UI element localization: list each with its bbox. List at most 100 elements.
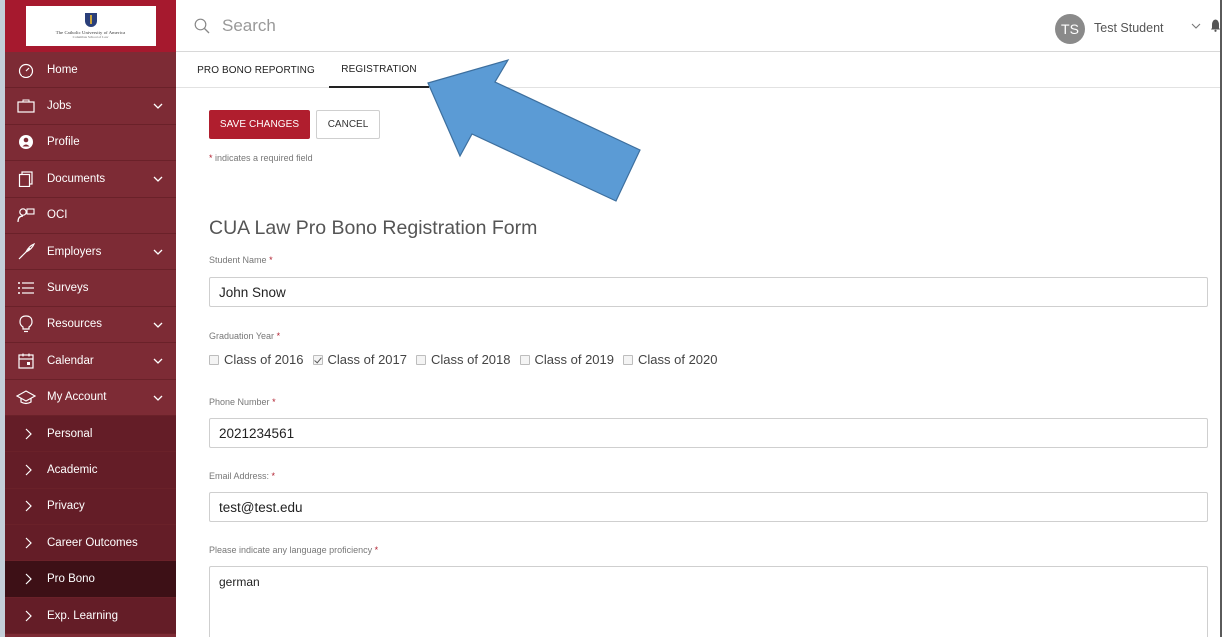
sidebar-item-profile[interactable]: Profile — [5, 125, 176, 162]
checkbox-class-2016[interactable]: Class of 2016 — [209, 352, 304, 367]
checkbox-label: Class of 2019 — [534, 352, 615, 367]
sidebar-subitem-academic[interactable]: Academic — [5, 452, 176, 489]
label-text: Phone Number — [209, 397, 270, 407]
avatar[interactable]: TS — [1055, 14, 1085, 44]
sidebar-item-label: Calendar — [47, 354, 94, 367]
checkbox-label: Class of 2016 — [224, 352, 304, 367]
chevron-down-icon — [153, 395, 163, 401]
sidebar-subitem-exp-learning[interactable]: Exp. Learning — [5, 597, 176, 635]
student-name-label: Student Name * — [209, 255, 273, 265]
chevron-down-icon — [153, 322, 163, 328]
checkbox-box[interactable] — [416, 354, 426, 365]
user-menu-name[interactable]: Test Student — [1094, 21, 1164, 35]
sidebar-item-oci[interactable]: OCI — [5, 198, 176, 234]
required-marker: * — [269, 255, 273, 265]
checkbox-label: Class of 2017 — [327, 352, 408, 367]
save-changes-button[interactable]: SAVE CHANGES — [209, 110, 310, 139]
sidebar-item-documents[interactable]: Documents — [5, 161, 176, 198]
language-proficiency-textarea[interactable]: german — [209, 566, 1208, 637]
app-root: The Catholic University of America Colum… — [0, 0, 1222, 637]
chevron-right-icon — [17, 498, 39, 514]
sidebar-item-employers[interactable]: Employers — [5, 234, 176, 271]
sidebar-item-surveys[interactable]: Surveys — [5, 270, 176, 307]
tab-registration[interactable]: REGISTRATION — [329, 52, 429, 88]
sidebar-item-label: Surveys — [47, 282, 89, 295]
chevron-right-icon — [17, 571, 39, 587]
checkbox-box[interactable] — [209, 354, 219, 365]
sidebar-item-home[interactable]: Home — [5, 52, 176, 89]
chevron-down-icon[interactable] — [1190, 20, 1202, 32]
crest-icon — [84, 13, 97, 27]
checkbox-box[interactable] — [519, 354, 530, 365]
logo[interactable]: The Catholic University of America Colum… — [5, 0, 176, 52]
search-icon — [194, 18, 210, 34]
chevron-down-icon — [153, 358, 163, 365]
sidebar-item-resources[interactable]: Resources — [5, 307, 176, 344]
required-marker: * — [276, 331, 281, 341]
chevron-right-icon — [17, 608, 39, 624]
sidebar-item-label: Career Outcomes — [47, 536, 138, 549]
graduation-year-label: Graduation Year * — [209, 331, 280, 341]
sidebar-item-label: Privacy — [47, 500, 85, 513]
dashboard-icon — [15, 62, 37, 78]
sidebar-subitem-pro-bono[interactable]: Pro Bono — [5, 561, 176, 598]
label-text: Graduation Year — [209, 331, 275, 341]
tab-pro-bono-reporting[interactable]: PRO BONO REPORTING — [194, 52, 318, 88]
email-address-label: Email Address: * — [209, 471, 275, 481]
sidebar-item-label: Personal — [47, 427, 93, 440]
checkbox-class-2020[interactable]: Class of 2020 — [623, 352, 718, 367]
required-field-note: * indicates a required field — [209, 153, 313, 163]
sidebar-subitem-personal[interactable]: Personal — [5, 415, 176, 453]
checkbox-box[interactable] — [312, 354, 323, 365]
sidebar-item-label: Jobs — [47, 100, 72, 113]
chevron-right-icon — [17, 462, 39, 478]
list-icon — [15, 280, 37, 296]
lightbulb-icon — [15, 315, 37, 333]
sidebar-item-label: My Account — [47, 391, 107, 404]
sidebar-item-label: Resources — [47, 318, 102, 331]
sidebar-item-label: Exp. Learning — [47, 609, 118, 622]
required-marker: * — [271, 471, 276, 481]
sidebar-subitem-career-outcomes[interactable]: Career Outcomes — [5, 525, 176, 562]
sidebar-item-label: Pro Bono — [47, 573, 95, 586]
interview-icon — [15, 207, 37, 223]
user-circle-icon — [15, 134, 37, 150]
chevron-down-icon — [153, 249, 163, 255]
topbar: TS Test Student — [176, 0, 1220, 52]
phone-number-label: Phone Number * — [209, 397, 276, 407]
sidebar-item-my-account[interactable]: My Account — [5, 380, 176, 416]
search-input[interactable] — [222, 13, 722, 39]
sidebar-item-jobs[interactable]: Jobs — [5, 88, 176, 125]
sidebar-item-label: Home — [47, 63, 78, 76]
sidebar-item-label: Employers — [47, 245, 102, 258]
cancel-button[interactable]: CANCEL — [316, 110, 380, 139]
phone-number-input[interactable] — [209, 418, 1208, 448]
chevron-down-icon — [153, 176, 163, 183]
sidebar-item-label: Academic — [47, 463, 98, 476]
chevron-down-icon — [153, 103, 163, 110]
required-marker: * — [209, 153, 213, 163]
checkbox-class-2018[interactable]: Class of 2018 — [416, 352, 511, 367]
calendar-icon — [15, 353, 37, 369]
checkbox-box[interactable] — [623, 354, 633, 365]
sidebar-subitem-privacy[interactable]: Privacy — [5, 488, 176, 526]
documents-icon — [15, 171, 37, 187]
checkbox-class-2019[interactable]: Class of 2019 — [519, 352, 615, 367]
checkbox-label: Class of 2018 — [431, 352, 511, 367]
graduation-year-options: Class of 2016 Class of 2017 Class of 201… — [209, 352, 727, 367]
sidebar: The Catholic University of America Colum… — [5, 0, 176, 637]
student-name-input[interactable] — [209, 277, 1208, 307]
bell-icon[interactable] — [1211, 18, 1220, 32]
chevron-right-icon — [17, 535, 39, 551]
checkbox-label: Class of 2020 — [638, 352, 718, 367]
sidebar-item-calendar[interactable]: Calendar — [5, 343, 176, 380]
sidebar-item-label: Profile — [47, 136, 80, 149]
required-note-text: indicates a required field — [215, 153, 313, 163]
briefcase-icon — [15, 98, 37, 114]
email-address-input[interactable] — [209, 492, 1208, 522]
logo-subtext: Columbus School of Law — [72, 35, 109, 39]
sidebar-item-label: OCI — [47, 209, 68, 222]
checkbox-class-2017[interactable]: Class of 2017 — [312, 352, 408, 367]
graduation-cap-icon — [15, 389, 37, 405]
label-text: Student Name — [209, 255, 267, 265]
